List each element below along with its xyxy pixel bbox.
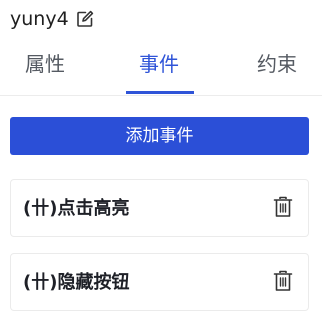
add-event-button[interactable]: 添加事件 <box>10 117 309 155</box>
trash-icon[interactable] <box>272 195 294 219</box>
tab-bar: 属性 事件 约束 <box>0 44 322 96</box>
event-name: (卄)隐藏按钮 <box>23 272 130 293</box>
tab-events[interactable]: 事件 <box>136 50 182 78</box>
component-header: yuny4 <box>10 6 95 32</box>
active-tab-indicator <box>126 91 194 94</box>
tab-properties[interactable]: 属性 <box>22 50 68 78</box>
tab-constraints[interactable]: 约束 <box>254 50 300 78</box>
event-panel: yuny4 属性 事件 约束 添加事件 (卄)点击高亮 (卄)隐藏按钮 <box>0 0 322 319</box>
event-name: (卄)点击高亮 <box>23 198 130 219</box>
trash-icon[interactable] <box>272 269 294 293</box>
component-name: yuny4 <box>10 8 69 30</box>
event-item[interactable]: (卄)隐藏按钮 <box>10 253 309 311</box>
edit-icon[interactable] <box>75 9 95 29</box>
event-item[interactable]: (卄)点击高亮 <box>10 179 309 237</box>
